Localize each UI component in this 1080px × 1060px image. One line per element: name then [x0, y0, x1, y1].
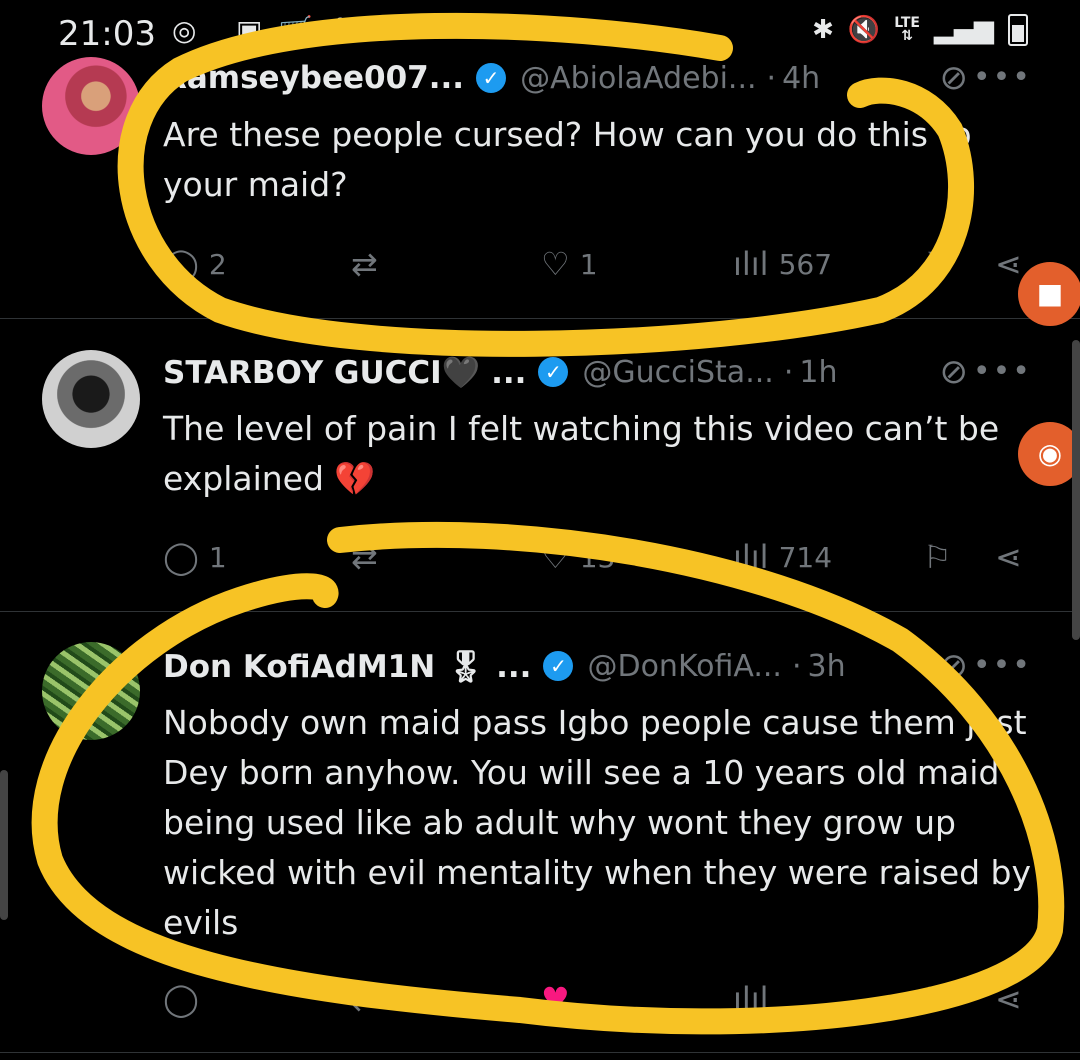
share-icon: ⋖: [995, 980, 1022, 1018]
share-button[interactable]: ⋖: [995, 538, 1022, 576]
repost-button[interactable]: ⇄: [351, 980, 378, 1018]
post-age: 3h: [807, 648, 846, 684]
tweet-header: STARBOY GUCCI🖤 ... ✓ @GucciSta... · 1h: [163, 354, 838, 391]
more-dots-icon[interactable]: •••: [973, 648, 1032, 683]
display-name[interactable]: Ramseybee007...: [163, 60, 464, 96]
avatar[interactable]: [42, 57, 140, 155]
record-icon: ■: [1036, 277, 1064, 310]
screen-record-button[interactable]: ■: [1018, 262, 1080, 326]
signal-icon: ▂▄▆: [934, 15, 994, 45]
cart-icon: 🛒: [278, 14, 313, 47]
bookmark-icon: ⚐: [923, 980, 952, 1018]
grok-icon[interactable]: ⊘: [940, 352, 969, 392]
repost-button[interactable]: ⇄: [351, 538, 388, 576]
repost-icon: ⇄: [351, 538, 378, 576]
tweet-header: Ramseybee007... ✓ @AbiolaAdebi... · 4h: [163, 60, 821, 96]
status-time: 21:03: [58, 14, 156, 54]
reply-button[interactable]: ◯ 2: [163, 245, 227, 283]
status-bar: 21:03 ◎ ▣ 🛒 ••• ✱ 🔇 LTE ⇅ ▂▄▆: [0, 0, 1080, 64]
divider: [0, 611, 1080, 612]
user-handle[interactable]: @GucciSta...: [582, 355, 773, 390]
divider: [0, 1052, 1080, 1053]
calendar-icon: ▣: [236, 14, 263, 47]
grok-icon[interactable]: ⊘: [940, 58, 969, 98]
avatar[interactable]: [42, 350, 140, 448]
reply-icon: ◯: [163, 538, 199, 576]
bar-chart-icon: ılıl: [733, 980, 769, 1018]
lte-indicator: LTE ⇅: [894, 15, 920, 44]
bookmark-icon: ⚐: [923, 538, 952, 576]
like-button[interactable]: ♡ 13: [541, 538, 615, 576]
tweet-actions: ◯ ⇄ ♥ ılıl ⚐ ⋖: [163, 980, 1043, 1020]
views-button[interactable]: ılıl: [733, 980, 769, 1018]
repost-button[interactable]: ⇄: [351, 245, 388, 283]
bookmark-icon: ⚐: [923, 245, 952, 283]
heart-icon: ♡: [541, 538, 570, 576]
scrollbar[interactable]: [1072, 340, 1080, 640]
tweet-text: The level of pain I felt watching this v…: [163, 409, 1000, 498]
repost-icon: ⇄: [351, 245, 378, 283]
views-button[interactable]: ılıl 714: [733, 538, 832, 576]
views-button[interactable]: ılıl 567: [733, 245, 832, 283]
verified-badge-icon: ✓: [543, 651, 574, 681]
bar-chart-icon: ılıl: [733, 245, 769, 283]
edge-panel-handle[interactable]: [0, 770, 8, 920]
tweet-header: Don KofiAdM1N 🎖 ... ✓ @DonKofiA... · 3h: [163, 648, 846, 685]
bluetooth-icon: ✱: [812, 15, 834, 45]
divider: [0, 318, 1080, 319]
heart-icon: ♡: [541, 245, 570, 283]
bookmark-button[interactable]: ⚐: [923, 980, 952, 1018]
tweet-text: Are these people cursed? How can you do …: [163, 115, 972, 204]
bookmark-button[interactable]: ⚐: [923, 245, 952, 283]
bookmark-button[interactable]: ⚐: [923, 538, 952, 576]
reply-button[interactable]: ◯: [163, 980, 199, 1018]
screenshot-button[interactable]: ◉: [1018, 422, 1080, 486]
share-icon: ⋖: [995, 538, 1022, 576]
status-right: ✱ 🔇 LTE ⇅ ▂▄▆: [812, 14, 1028, 46]
notification-icon: ◎: [172, 14, 197, 47]
more-dots-icon[interactable]: •••: [973, 60, 1032, 95]
reply-button[interactable]: ◯ 1: [163, 538, 227, 576]
user-handle[interactable]: @DonKofiA...: [587, 649, 782, 684]
grok-icon[interactable]: ⊘: [940, 646, 969, 686]
more-notifications-icon: •••: [332, 6, 385, 39]
camera-icon: ◉: [1037, 437, 1063, 470]
avatar[interactable]: [42, 642, 140, 740]
display-name[interactable]: Don KofiAdM1N 🎖 ...: [163, 648, 531, 685]
verified-badge-icon: ✓: [538, 357, 569, 387]
tweet-actions: ◯ 1 ⇄ ♡ 13 ılıl 714 ⚐ ⋖: [163, 538, 1043, 578]
display-name[interactable]: STARBOY GUCCI🖤 ...: [163, 354, 526, 391]
like-button[interactable]: ♡ 1: [541, 245, 598, 283]
verified-badge-icon: ✓: [476, 63, 507, 93]
post-age: 1h: [799, 354, 838, 390]
more-dots-icon[interactable]: •••: [973, 354, 1032, 389]
reply-icon: ◯: [163, 980, 199, 1018]
tweet-actions: ◯ 2 ⇄ ♡ 1 ılıl 567 ⚐ ⋖: [163, 245, 1043, 285]
post-age: 4h: [782, 60, 821, 96]
mute-icon: 🔇: [847, 15, 881, 45]
like-button[interactable]: ♥: [541, 980, 570, 1018]
heart-icon: ♥: [541, 980, 570, 1018]
share-button[interactable]: ⋖: [995, 980, 1022, 1018]
tweet-text: Nobody own maid pass Igbo people cause t…: [163, 703, 1032, 942]
repost-icon: ⇄: [351, 980, 378, 1018]
bar-chart-icon: ılıl: [733, 538, 769, 576]
battery-icon: [1008, 14, 1028, 46]
reply-icon: ◯: [163, 245, 199, 283]
user-handle[interactable]: @AbiolaAdebi...: [520, 61, 756, 96]
